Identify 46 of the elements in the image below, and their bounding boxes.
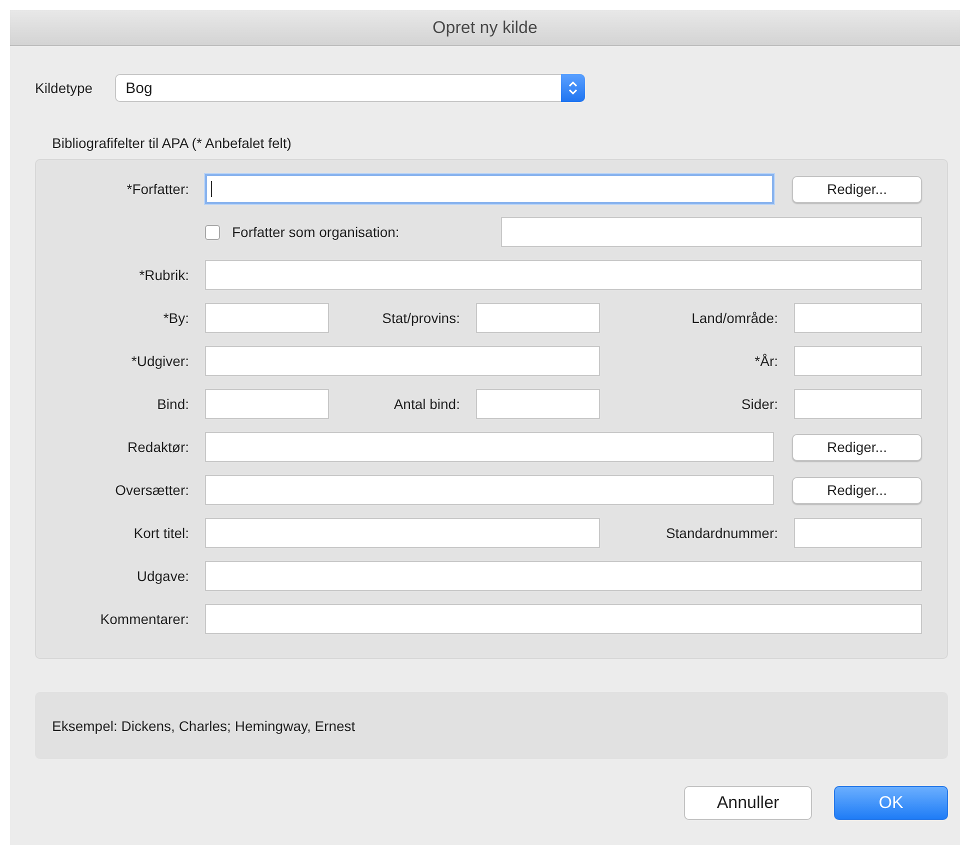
field-label: Bind: [157, 396, 190, 412]
example-text: Eksempel: Dickens, Charles; Hemingway, Ernest [52, 718, 356, 734]
input-field[interactable] [205, 561, 922, 591]
edit-button[interactable]: Rediger... [792, 434, 922, 460]
field-label: *Forfatter: [126, 181, 190, 197]
edit-button[interactable]: Rediger... [792, 476, 922, 504]
field-label: Kort titel: [134, 525, 190, 541]
field-label: Sider: [741, 396, 779, 412]
input-field[interactable] [205, 260, 922, 290]
input-field[interactable] [205, 346, 600, 376]
field-label: Land/område: [692, 310, 779, 326]
field-label: Standardnummer: [666, 525, 779, 541]
input-field[interactable] [205, 389, 329, 419]
input-field[interactable] [205, 303, 329, 333]
input-field[interactable] [794, 303, 922, 333]
cancel-button[interactable]: Annuller [684, 786, 812, 820]
input-field[interactable] [205, 432, 774, 462]
input-field[interactable] [476, 389, 600, 419]
checkbox-label: Forfatter som organisation: [232, 224, 400, 240]
source-type-dropdown[interactable]: Bog [114, 74, 585, 102]
input-field[interactable] [205, 475, 774, 505]
field-label: Udgave: [136, 568, 190, 584]
input-field[interactable] [205, 518, 600, 548]
window-title: Opret ny kilde [432, 18, 538, 38]
text-cursor [211, 181, 212, 197]
input-field[interactable] [205, 604, 922, 634]
checkbox[interactable] [205, 224, 220, 240]
input-field[interactable] [476, 303, 600, 333]
field-label: Kommentarer: [100, 611, 190, 627]
field-label: *År: [754, 353, 779, 369]
source-type-label: Kildetype [35, 80, 93, 96]
field-label: Oversætter: [115, 482, 190, 498]
field-label: *Udgiver: [131, 353, 190, 369]
field-label: Antal bind: [394, 396, 461, 412]
field-label: Stat/provins: [382, 310, 461, 326]
input-field[interactable] [794, 346, 922, 376]
field-label: *Rubrik: [139, 267, 190, 283]
input-field[interactable] [794, 389, 922, 419]
field-label: *By: [163, 310, 190, 326]
input-field[interactable] [501, 217, 922, 247]
section-heading: Bibliografifelter til APA (* Anbefalet felt) [52, 135, 292, 151]
edit-button[interactable]: Rediger... [792, 176, 922, 202]
input-field[interactable] [205, 174, 774, 204]
input-field[interactable] [794, 518, 922, 548]
stepper-icon [560, 74, 585, 102]
field-label: Redaktør: [128, 439, 190, 455]
